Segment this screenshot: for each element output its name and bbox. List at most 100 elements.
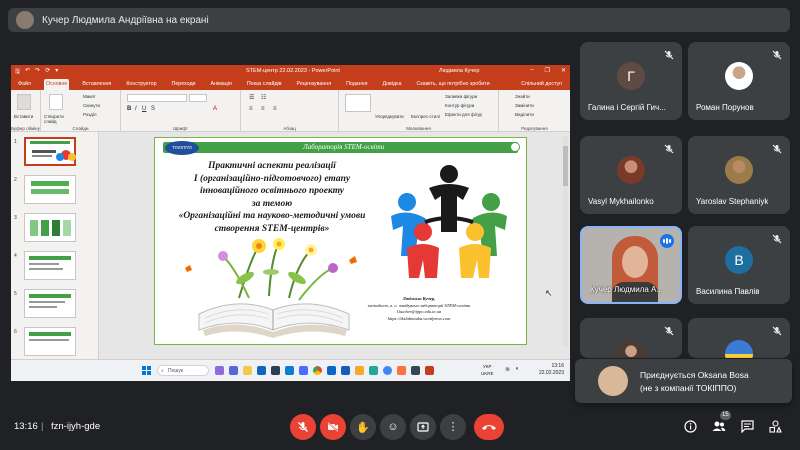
shape-outline-button[interactable]: Контур фігури [445,103,474,108]
leave-call-button[interactable] [474,414,504,440]
volume-icon[interactable]: ◖ [515,366,519,372]
app-icon[interactable] [411,366,420,375]
close-icon[interactable]: ✕ [561,67,566,74]
activities-button[interactable] [767,418,783,434]
participant-tile[interactable]: Роман Порунов [688,42,790,120]
replace-button[interactable]: Замінити [515,103,534,108]
participant-tile[interactable]: В Василина Павлів [688,226,790,304]
folder-icon[interactable] [355,366,364,375]
align-right-icon[interactable]: ≡ [273,106,277,112]
slide-scrollbar[interactable] [563,136,568,346]
taskbar-clock[interactable]: 13:16 22.02.2023 [539,363,564,377]
restore-icon[interactable]: ❐ [545,67,550,74]
slide-thumbnail[interactable] [24,137,76,166]
tab-view[interactable]: Подання [344,79,369,90]
tab-animations[interactable]: Анімація [209,79,234,90]
wifi-icon[interactable]: ≋ [505,366,510,373]
app-icon[interactable] [369,366,378,375]
ppt-user-name[interactable]: Людмила Кучер [439,68,479,74]
italic-icon[interactable]: I [135,106,137,112]
tab-insert[interactable]: Вставлення [80,79,113,90]
redo-icon[interactable]: ↷ [35,67,40,77]
word-icon[interactable] [341,366,350,375]
present-screen-button[interactable] [410,414,436,440]
underline-icon[interactable]: U [142,106,146,112]
shapes-gallery[interactable] [345,94,371,112]
font-size-select[interactable] [189,94,207,102]
paste-button[interactable]: Вставити [14,114,33,119]
join-notification[interactable]: Приєднується Oksana Bosa (не з компанії … [575,359,792,403]
store-icon[interactable] [271,366,280,375]
tab-review[interactable]: Рецензування [295,79,334,90]
chrome-profile-icon[interactable] [383,366,392,375]
tab-design[interactable]: Конструктор [124,79,158,90]
new-slide-button[interactable]: Створити слайд [44,114,74,124]
edge-icon[interactable] [285,366,294,375]
participant-tile[interactable]: Г Галина і Сергій Гич... [580,42,682,120]
find-button[interactable]: Знайти [515,94,530,99]
tab-file[interactable]: Файл [16,79,33,90]
layout-button[interactable]: Макет [83,94,96,99]
reactions-button[interactable]: ☺ [380,414,406,440]
section-button[interactable]: Розділ [83,112,96,117]
outlook-icon[interactable] [327,366,336,375]
arrange-button[interactable]: Упорядкувати [375,114,404,119]
repeat-icon[interactable]: ⟳ [45,67,50,77]
minimize-icon[interactable]: – [530,67,533,74]
toggle-mic-button[interactable] [290,414,316,440]
windows-start-icon[interactable] [142,366,151,375]
select-button[interactable]: Виділити [515,112,534,117]
app-icon[interactable] [397,366,406,375]
quick-styles-button[interactable]: Експрес-стилі [411,114,440,119]
current-slide[interactable]: Лабораторія STEM-освіти ТОКІППО Практичн… [154,137,527,345]
meeting-code[interactable]: fzn-ijyh-gde [51,421,100,432]
shape-fill-button[interactable]: Заливка фігури [445,94,477,99]
slide-thumbnail[interactable] [24,175,76,204]
undo-icon[interactable]: ↶ [25,67,30,77]
powerpoint-icon[interactable] [425,366,434,375]
participant-tile[interactable]: Vasyl Mykhailonko [580,136,682,214]
file-explorer-icon[interactable] [243,366,252,375]
tab-slideshow[interactable]: Показ слайдів [245,79,284,90]
bullets-icon[interactable]: ☰ [249,94,254,101]
slide-thumbnail[interactable] [24,289,76,318]
reset-button[interactable]: Скинути [83,103,100,108]
slide-thumbnail[interactable] [24,213,76,242]
task-view-icon[interactable] [215,366,224,375]
app-icon[interactable] [299,366,308,375]
chat-button[interactable] [739,418,755,434]
slide-thumbnail[interactable] [24,327,76,356]
slide-thumbnail[interactable] [24,251,76,280]
tab-transitions[interactable]: Переходи [170,79,198,90]
participant-tile-speaking[interactable]: Кучер Людмила А... [580,226,682,304]
shape-effects-button[interactable]: Ефекти для фігур [445,112,482,117]
align-center-icon[interactable]: ≡ [261,106,265,112]
toggle-camera-button[interactable] [320,414,346,440]
bold-icon[interactable]: B [127,106,131,112]
share-button[interactable]: Спільний доступ [519,79,564,90]
participant-tile[interactable] [580,318,682,358]
tell-me-search[interactable]: Скажіть, що потрібно зробити [415,79,492,90]
mail-icon[interactable] [257,366,266,375]
keyboard-language[interactable]: УКР UKRE [481,363,494,377]
tab-home[interactable]: Основне [44,79,70,90]
participant-tile[interactable] [688,318,790,358]
font-name-select[interactable] [127,94,187,102]
chrome-icon[interactable] [313,366,322,375]
tab-help[interactable]: Довідка [380,79,403,90]
raise-hand-button[interactable]: ✋ [350,414,376,440]
taskbar-search[interactable]: ⌕ Пошук [157,365,209,376]
strikethrough-icon[interactable]: S [151,106,155,112]
new-slide-icon[interactable] [49,94,63,110]
numbering-icon[interactable]: ☷ [261,94,266,101]
more-options-button[interactable]: ⋮ [440,414,466,440]
save-icon[interactable]: 🖫 [15,67,20,77]
meeting-details-button[interactable] [682,418,698,434]
teams-icon[interactable] [229,366,238,375]
align-left-icon[interactable]: ≡ [249,106,253,112]
font-color-icon[interactable]: A [213,106,217,112]
customize-icon[interactable]: ▾ [55,67,58,77]
participant-tile[interactable]: Yaroslav Stephaniyk [688,136,790,214]
paste-icon[interactable] [17,94,31,110]
people-button[interactable] [711,418,727,434]
